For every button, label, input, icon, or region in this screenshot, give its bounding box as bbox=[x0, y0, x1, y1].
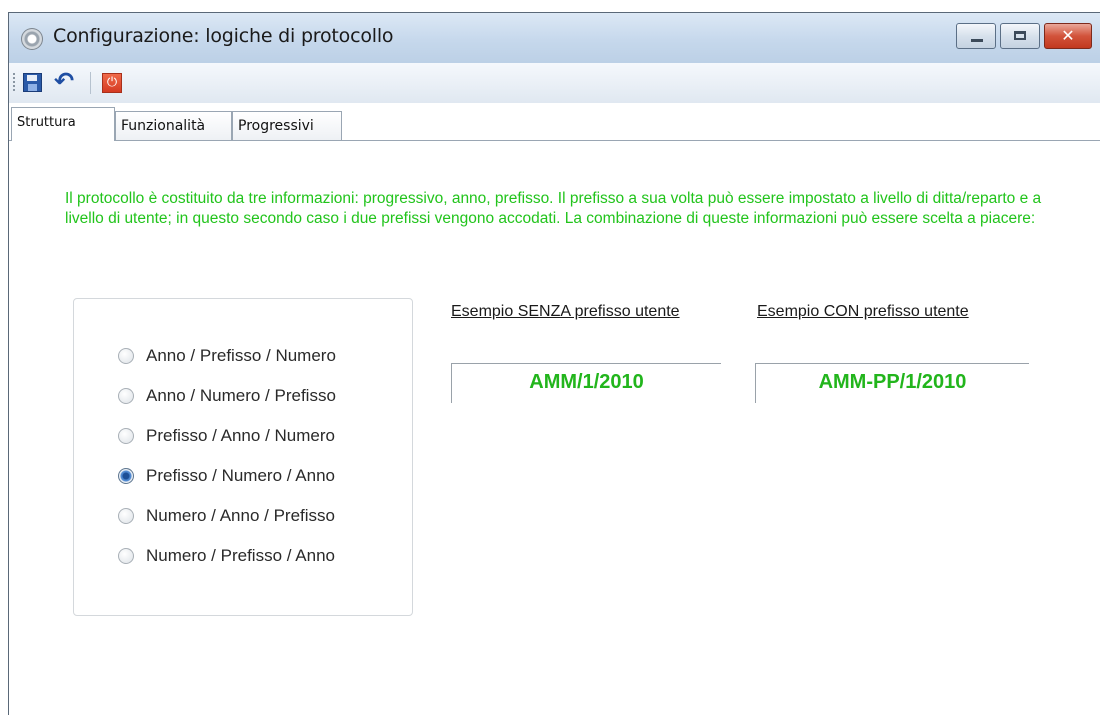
option-label: Prefisso / Anno / Numero bbox=[146, 426, 335, 445]
close-button[interactable]: ✕ bbox=[1044, 23, 1092, 49]
option-prefisso-numero-anno[interactable]: Prefisso / Numero / Anno bbox=[118, 463, 335, 489]
window-title: Configurazione: logiche di protocollo bbox=[53, 25, 394, 47]
config-window: Configurazione: logiche di protocollo ✕ … bbox=[8, 12, 1100, 715]
tab-strip: Struttura Funzionalità Progressivi bbox=[9, 103, 1100, 141]
radio-button-checked[interactable] bbox=[118, 468, 134, 484]
option-label: Anno / Numero / Prefisso bbox=[146, 386, 336, 405]
title-bar[interactable]: Configurazione: logiche di protocollo ✕ bbox=[9, 13, 1100, 63]
option-label: Numero / Prefisso / Anno bbox=[146, 546, 335, 565]
caption-buttons: ✕ bbox=[952, 23, 1092, 49]
option-label: Prefisso / Numero / Anno bbox=[146, 466, 335, 485]
radio-button[interactable] bbox=[118, 548, 134, 564]
option-prefisso-anno-numero[interactable]: Prefisso / Anno / Numero bbox=[118, 423, 335, 449]
tab-funzionalita[interactable]: Funzionalità bbox=[115, 111, 232, 141]
option-numero-anno-prefisso[interactable]: Numero / Anno / Prefisso bbox=[118, 503, 335, 529]
example-without-prefix-value: AMM/1/2010 bbox=[451, 363, 721, 403]
radio-button[interactable] bbox=[118, 428, 134, 444]
option-anno-numero-prefisso[interactable]: Anno / Numero / Prefisso bbox=[118, 383, 336, 409]
minimize-button[interactable] bbox=[956, 23, 996, 49]
description-text: Il protocollo è costituito da tre inform… bbox=[65, 190, 1042, 227]
example-without-prefix-label: Esempio SENZA prefisso utente bbox=[451, 303, 680, 320]
maximize-button[interactable] bbox=[1000, 23, 1040, 49]
undo-icon[interactable]: ↶ bbox=[54, 68, 74, 94]
radio-button[interactable] bbox=[118, 388, 134, 404]
tab-progressivi[interactable]: Progressivi bbox=[232, 111, 342, 141]
toolbar-separator bbox=[90, 72, 91, 94]
option-anno-prefisso-numero[interactable]: Anno / Prefisso / Numero bbox=[118, 343, 336, 369]
option-label: Anno / Prefisso / Numero bbox=[146, 346, 336, 365]
option-numero-prefisso-anno[interactable]: Numero / Prefisso / Anno bbox=[118, 543, 335, 569]
option-label: Numero / Anno / Prefisso bbox=[146, 506, 335, 525]
tab-struttura[interactable]: Struttura bbox=[11, 107, 115, 141]
order-options-group: Anno / Prefisso / Numero Anno / Numero /… bbox=[73, 298, 413, 616]
toolbar-grip-icon[interactable] bbox=[13, 73, 15, 93]
gear-icon bbox=[21, 28, 43, 50]
save-icon[interactable] bbox=[23, 73, 42, 92]
radio-button[interactable] bbox=[118, 348, 134, 364]
example-with-prefix-value: AMM-PP/1/2010 bbox=[755, 363, 1029, 403]
power-icon[interactable]: ⏻ bbox=[102, 73, 122, 93]
tab-content-struttura: Il protocollo è costituito da tre inform… bbox=[9, 141, 1100, 715]
radio-button[interactable] bbox=[118, 508, 134, 524]
toolbar: ↶ ⏻ bbox=[9, 63, 1100, 103]
example-with-prefix-label: Esempio CON prefisso utente bbox=[757, 303, 969, 320]
